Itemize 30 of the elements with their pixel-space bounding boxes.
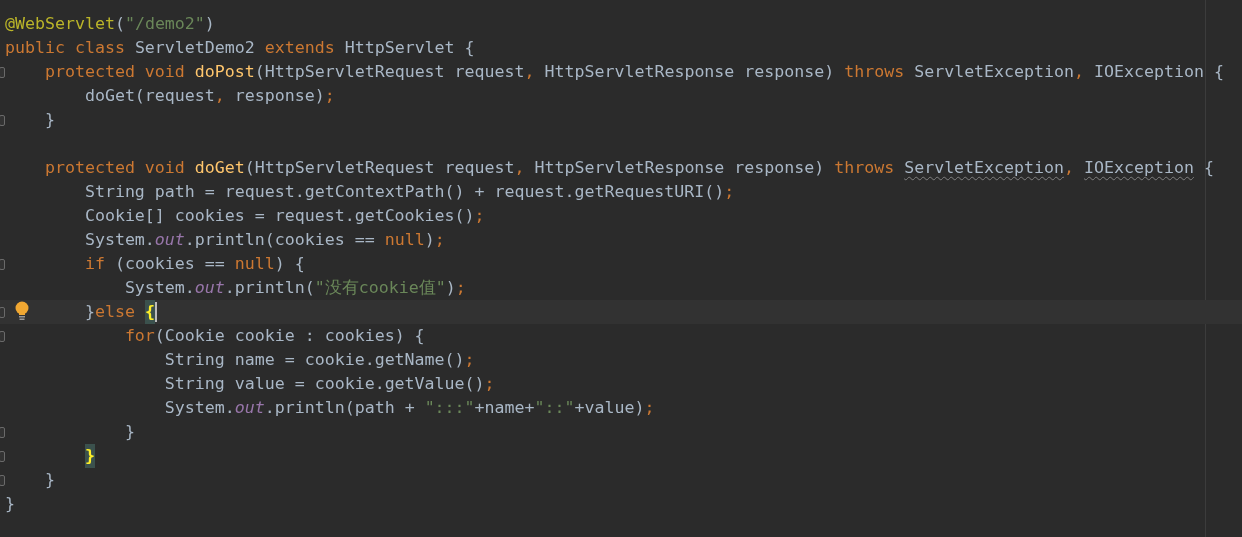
code-line: public class ServletDemo2 extends HttpServlet {: [5, 37, 475, 59]
code-line: }: [123, 421, 135, 443]
code-line: String name = cookie.getName();: [163, 349, 475, 371]
code-line: String value = cookie.getValue();: [163, 373, 495, 395]
fold-icon[interactable]: [0, 66, 5, 78]
code-line: for(Cookie cookie : cookies) {: [123, 325, 425, 347]
code-line: System.out.println(path + ":::"+name+"::"+value);: [163, 397, 655, 419]
code-line: Cookie[] cookies = request.getCookies();: [83, 205, 485, 227]
code-line: doGet(request, response);: [83, 85, 335, 107]
code-editor[interactable]: [0, 0, 1242, 537]
lightbulb-icon[interactable]: [15, 301, 29, 321]
fold-icon[interactable]: [0, 114, 5, 126]
code-line: }: [5, 444, 95, 468]
fold-icon[interactable]: [0, 258, 5, 270]
code-line: System.out.println(cookies == null);: [83, 229, 445, 251]
code-line: @WebServlet("/demo2"): [5, 13, 215, 35]
fold-icon[interactable]: [0, 306, 5, 318]
code-line: }: [43, 109, 55, 131]
fold-icon[interactable]: [0, 426, 5, 438]
code-line: protected void doGet(HttpServletRequest request, HttpServletResponse response) throws ServletException, IOException {: [43, 157, 1214, 179]
fold-icon[interactable]: [0, 474, 5, 486]
fold-icon[interactable]: [0, 330, 5, 342]
code-line: }: [43, 469, 55, 491]
code-line: protected void doPost(HttpServletRequest request, HttpServletResponse response) throws ServletException, IOException {: [43, 61, 1224, 83]
code-line: if (cookies == null) {: [83, 253, 305, 275]
code-line: }else {: [5, 300, 157, 324]
code-line: System.out.println("没有cookie值");: [123, 277, 466, 299]
code-line: String path = request.getContextPath() + request.getRequestURI();: [83, 181, 735, 203]
fold-icon[interactable]: [0, 450, 5, 462]
code-line: }: [5, 493, 15, 515]
